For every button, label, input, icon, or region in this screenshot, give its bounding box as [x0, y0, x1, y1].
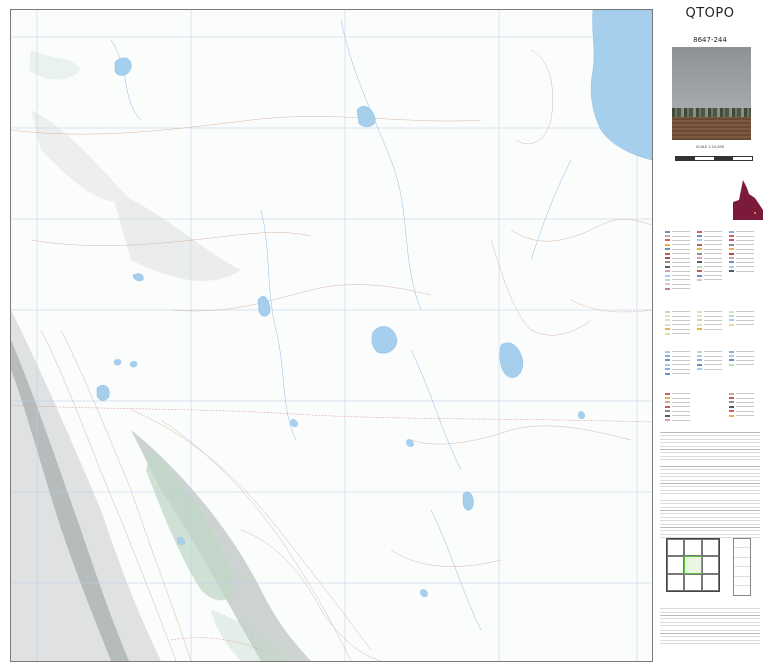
adjoining-sheets-diagram [666, 538, 720, 592]
legend-hydrography-3 [729, 350, 757, 368]
legend-transport-2 [729, 392, 757, 418]
landscape-photo [672, 47, 751, 140]
legend-column-1 [665, 230, 693, 291]
queensland-locator-map [733, 180, 763, 220]
scale-label: SCALE 1:10,000 [696, 145, 724, 149]
legend-cover [729, 310, 757, 328]
folded-map-diagram [733, 538, 751, 596]
legend-transport [665, 392, 693, 423]
sheet-id: 8647-244 [693, 36, 727, 44]
legend-hydrography-2 [697, 350, 725, 372]
legend-panel: QTOPO 8647-244 SCALE 1:10,000 [655, 0, 768, 671]
legend-landcover [665, 310, 693, 336]
legend-hydrography [665, 350, 693, 376]
legend-column-2 [697, 230, 725, 283]
scale-bar [675, 156, 753, 161]
legend-column-3 [729, 230, 757, 274]
legend-landuse [697, 310, 725, 332]
topographic-map[interactable] [11, 10, 652, 661]
footer-text-block [660, 608, 760, 644]
brand-title: QTOPO [685, 6, 735, 21]
map-frame[interactable] [10, 9, 653, 662]
disclaimer-text-block [660, 432, 760, 538]
